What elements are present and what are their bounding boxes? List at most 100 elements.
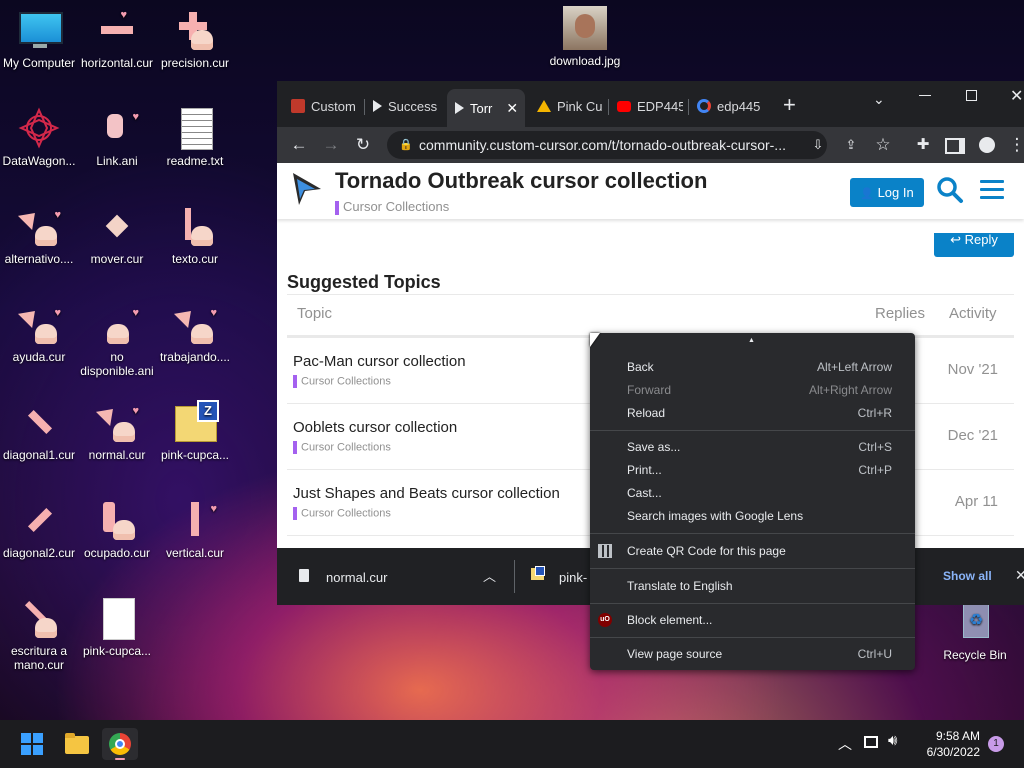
topic-activity[interactable]: Apr 11 xyxy=(955,493,998,510)
menu-item-print[interactable]: Print... Ctrl+P xyxy=(590,459,915,481)
volume-icon[interactable]: 🔊︎ xyxy=(888,732,897,749)
desktop-icon-texto[interactable]: texto.cur xyxy=(156,204,234,266)
menu-item-google-lens[interactable]: Search images with Google Lens xyxy=(590,505,915,527)
desktop-icon-my-computer[interactable]: My Computer xyxy=(0,8,78,70)
tab-custom[interactable]: Custom xyxy=(291,91,357,121)
desktop-icon-diagonal2[interactable]: diagonal2.cur xyxy=(0,498,78,560)
desktop-icon-diagonal1[interactable]: diagonal1.cur xyxy=(0,400,78,462)
desktop-icon-alternativo[interactable]: ♥ alternativo.... xyxy=(0,204,78,266)
lock-icon: 🔒 xyxy=(399,139,413,151)
desktop-icon-mover[interactable]: mover.cur xyxy=(78,204,156,266)
cursor-file-icon: ♥ xyxy=(17,302,61,346)
column-header-replies[interactable]: Replies xyxy=(875,305,925,322)
hamburger-menu-icon[interactable] xyxy=(980,180,1004,200)
close-window-icon[interactable]: ✕ xyxy=(1010,86,1023,106)
topic-category[interactable]: Cursor Collections xyxy=(293,507,391,520)
desktop-icon-ocupado[interactable]: ocupado.cur xyxy=(78,498,156,560)
page-category[interactable]: Cursor Collections xyxy=(335,199,449,215)
menu-item-save-as[interactable]: Save as... Ctrl+S xyxy=(590,436,915,458)
topic-title[interactable]: Ooblets cursor collection xyxy=(293,419,457,436)
install-app-icon[interactable]: ⇩ xyxy=(806,133,830,157)
tab-tornado[interactable]: Torr ✕ xyxy=(447,89,525,127)
desktop-icon-datawagon[interactable]: DataWagon... xyxy=(0,106,78,168)
desktop-icon-trabajando[interactable]: ♥ trabajando.... xyxy=(156,302,234,364)
site-logo-icon xyxy=(293,173,321,205)
notification-badge[interactable]: 1 xyxy=(988,736,1004,752)
menu-item-cast[interactable]: Cast... xyxy=(590,482,915,504)
show-hidden-icons-chevron-icon[interactable]: ︿ xyxy=(838,734,852,754)
network-icon[interactable] xyxy=(864,736,878,748)
hand-cursor-icon: ♥ xyxy=(95,106,139,150)
download-item[interactable]: pink- xyxy=(527,548,597,605)
reload-icon[interactable]: ↻ xyxy=(351,133,375,157)
file-explorer-icon[interactable] xyxy=(59,728,95,760)
column-header-activity[interactable]: Activity xyxy=(949,305,997,322)
desktop-icon-horizontal[interactable]: ♥ horizontal.cur xyxy=(78,8,156,70)
side-panel-icon[interactable] xyxy=(943,133,967,157)
menu-item-block-element[interactable]: uO Block element... xyxy=(590,609,915,631)
bookmark-star-icon[interactable]: ☆ xyxy=(871,133,895,157)
desktop-icon-label: alternativo.... xyxy=(4,252,74,266)
topic-activity[interactable]: Nov '21 xyxy=(948,361,998,378)
desktop-icon-escritura[interactable]: escritura a mano.cur xyxy=(0,596,78,672)
tab-edp445-youtube[interactable]: EDP445 xyxy=(617,91,683,121)
column-header-topic[interactable]: Topic xyxy=(297,305,332,322)
address-bar[interactable]: 🔒 community.custom-cursor.com/t/tornado-… xyxy=(387,131,827,159)
profile-avatar-icon[interactable] xyxy=(975,133,999,157)
chrome-taskbar-icon[interactable] xyxy=(102,728,138,760)
download-item[interactable]: normal.cur ︿ xyxy=(293,548,507,605)
desktop-icon-no-disponible[interactable]: ♥ no disponible.ani xyxy=(78,302,156,378)
clock[interactable]: 9:58 AM 6/30/2022 xyxy=(914,728,980,760)
desktop-icon-pink-cupcake-zip[interactable]: Z pink-cupca... xyxy=(156,400,234,462)
chevron-up-icon[interactable]: ︿ xyxy=(483,566,496,585)
topic-category[interactable]: Cursor Collections xyxy=(293,375,391,388)
menu-item-qr-code[interactable]: Create QR Code for this page xyxy=(590,540,915,562)
desktop-icon-pink-cupcake-file[interactable]: pink-cupca... xyxy=(78,596,156,658)
desktop-icon-label: DataWagon... xyxy=(2,154,76,168)
topic-category[interactable]: Cursor Collections xyxy=(293,441,391,454)
diagonal-resize-icon xyxy=(17,498,61,542)
extensions-puzzle-icon[interactable]: ✚ xyxy=(911,133,935,157)
desktop-icon-link[interactable]: ♥ Link.ani xyxy=(78,106,156,168)
share-icon[interactable]: ⇪ xyxy=(839,133,863,157)
tab-search-chevron-icon[interactable]: ⌄ xyxy=(873,91,885,108)
desktop-icon-label: Link.ani xyxy=(96,154,138,168)
tab-edp445-google[interactable]: edp445 xyxy=(697,91,763,121)
menu-item-translate[interactable]: Translate to English xyxy=(590,575,915,597)
desktop-icon-recycle-bin[interactable]: ♻ Recycle Bin xyxy=(936,600,1014,662)
desktop-icon-vertical[interactable]: ♥ vertical.cur xyxy=(156,498,234,560)
menu-item-view-source[interactable]: View page source Ctrl+U xyxy=(590,643,915,665)
menu-item-forward[interactable]: Forward Alt+Right Arrow xyxy=(590,379,915,401)
desktop-icon-label: texto.cur xyxy=(171,252,219,266)
login-button[interactable]: 👤 Log In xyxy=(850,178,924,207)
desktop-icon-normal[interactable]: ♥ normal.cur xyxy=(78,400,156,462)
topic-activity[interactable]: Dec '21 xyxy=(948,427,998,444)
back-arrow-icon[interactable]: ← xyxy=(287,133,311,157)
desktop-icon-ayuda[interactable]: ♥ ayuda.cur xyxy=(0,302,78,364)
tab-pink-cupcake[interactable]: Pink Cu xyxy=(537,91,603,121)
topic-title[interactable]: Pac-Man cursor collection xyxy=(293,353,466,370)
forward-arrow-icon[interactable]: → xyxy=(319,133,343,157)
menu-kebab-icon[interactable]: ⋮ xyxy=(1005,133,1024,157)
menu-item-back[interactable]: Back Alt+Left Arrow xyxy=(590,356,915,378)
crosshair-icon xyxy=(173,8,217,52)
desktop-icon-label: diagonal1.cur xyxy=(2,448,76,462)
tab-success[interactable]: Success xyxy=(373,91,439,121)
reply-button[interactable]: ↩ Reply xyxy=(934,233,1014,257)
start-windows-icon[interactable] xyxy=(14,728,50,760)
desktop-icon-precision[interactable]: precision.cur xyxy=(156,8,234,70)
desktop-icon-download-jpg[interactable]: download.jpg xyxy=(546,6,624,68)
show-all-downloads-link[interactable]: Show all xyxy=(943,569,992,583)
menu-item-reload[interactable]: Reload Ctrl+R xyxy=(590,402,915,424)
close-download-shelf-icon[interactable]: ✕ xyxy=(1015,567,1024,584)
tab-close-icon[interactable]: ✕ xyxy=(506,100,518,117)
desktop-icon-label: ayuda.cur xyxy=(12,350,66,364)
page-title[interactable]: Tornado Outbreak cursor collection xyxy=(335,168,707,194)
scroll-up-arrow-icon[interactable]: ▲ xyxy=(748,337,755,344)
minimize-icon[interactable] xyxy=(919,95,931,96)
topic-title[interactable]: Just Shapes and Beats cursor collection xyxy=(293,485,560,502)
new-tab-plus-icon[interactable]: + xyxy=(783,93,796,117)
search-icon[interactable] xyxy=(936,176,964,204)
desktop-icon-readme[interactable]: readme.txt xyxy=(156,106,234,168)
maximize-icon[interactable] xyxy=(966,90,977,101)
